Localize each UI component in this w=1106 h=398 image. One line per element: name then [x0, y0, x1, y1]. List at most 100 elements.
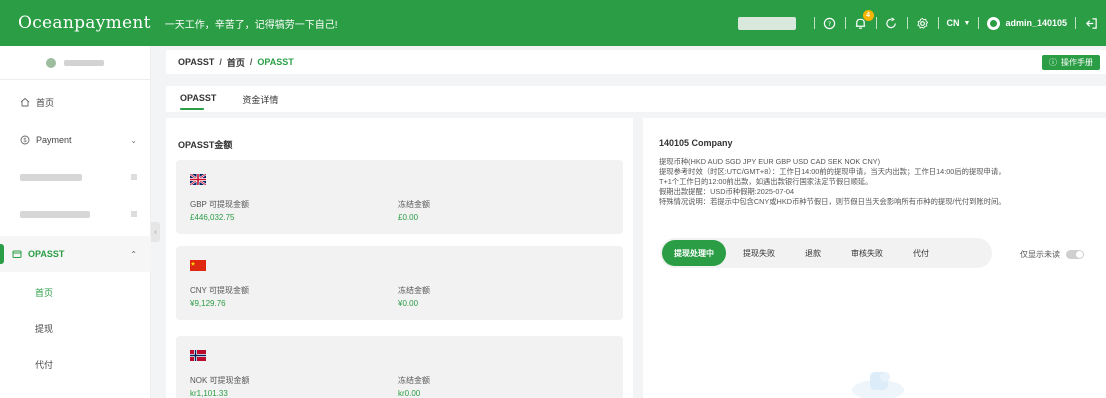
redacted-label	[20, 173, 82, 181]
sidebar-item-label: Payment	[36, 135, 72, 145]
sidebar: 首页 $ Payment ⌄ OPASST ⌃ 首页 提现 代付	[0, 46, 151, 398]
tab-opasst[interactable]: OPASST	[180, 86, 216, 112]
divider	[844, 17, 846, 29]
available-label: CNY 可提现金额	[190, 286, 249, 295]
sidebar-subitem-withdraw[interactable]: 提现	[0, 310, 151, 346]
bell-icon[interactable]: 4	[854, 10, 874, 30]
notification-badge: 4	[862, 10, 874, 21]
help-icon[interactable]: ?	[823, 16, 837, 30]
settings-icon[interactable]	[916, 16, 930, 30]
balance-card-nok: NOK 可提现金额 冻结金额 kr1,101.33 kr0.00	[176, 336, 623, 398]
unread-only-label: 仅显示未读	[1020, 250, 1060, 259]
divider	[1075, 17, 1076, 29]
header-actions: ? 4 CN ▼ admin_140105	[737, 0, 1098, 46]
avatar	[987, 16, 1001, 30]
balance-card-cny: CNY 可提现金额 冻结金额 ¥9,129.76 ¥0.00	[176, 246, 623, 320]
available-label: NOK 可提现金额	[190, 376, 250, 385]
redacted-icon	[131, 211, 137, 217]
caret-down-icon: ▼	[963, 19, 971, 27]
breadcrumb: OPASST / 首页 / OPASST ⓘ 操作手册	[166, 50, 1106, 74]
manual-button[interactable]: ⓘ 操作手册	[1042, 55, 1100, 70]
breadcrumb-home[interactable]: 首页	[227, 56, 245, 69]
available-label: GBP 可提现金额	[190, 200, 249, 209]
divider	[875, 17, 877, 29]
sidebar-item-label: 首页	[36, 97, 55, 108]
brand-logo[interactable]: Oceanpayment	[18, 13, 151, 33]
sidebar-item-home[interactable]: 首页	[0, 84, 151, 120]
available-amount: kr1,101.33	[190, 389, 228, 398]
filter-processing[interactable]: 提现处理中	[662, 240, 726, 266]
sidebar-item-opasst[interactable]: OPASST ⌃	[0, 236, 151, 272]
uk-flag-icon	[190, 174, 206, 185]
sidebar-item-label: OPASST	[28, 249, 65, 259]
logout-icon[interactable]	[1084, 16, 1098, 30]
manual-button-label: 操作手册	[1061, 58, 1093, 67]
balance-panel-title: OPASST金额	[178, 140, 233, 150]
language-selector[interactable]: CN ▼	[947, 18, 971, 28]
chevron-down-icon: ⌄	[130, 135, 137, 145]
account-icon	[46, 57, 56, 68]
svg-text:?: ?	[828, 19, 831, 27]
frozen-amount: ¥0.00	[398, 299, 419, 308]
info-line: T+1个工作日的12:00前出款，如遇出款银行国家法定节假日顺延。	[659, 177, 873, 186]
breadcrumb-current: OPASST	[257, 57, 294, 67]
tab-fund-details[interactable]: 资金详情	[242, 86, 278, 112]
svg-text:$: $	[23, 137, 27, 144]
info-line: 提现参考时效（时区:UTC/GMT+8）：工作日14:00前的提现申请，当天内出…	[659, 167, 1006, 176]
user-menu[interactable]: admin_140105	[987, 16, 1067, 30]
filter-review-failed[interactable]: 审核失败	[838, 240, 896, 266]
tab-bar: OPASST 资金详情	[166, 86, 1106, 112]
sidebar-item-redacted[interactable]	[0, 159, 151, 195]
empty-state-illustration	[852, 372, 904, 398]
payment-icon: $	[20, 135, 30, 145]
chevron-up-icon: ⌃	[130, 249, 137, 259]
balance-card-gbp: GBP 可提现金额 冻结金额 £446,032.75 £0.00	[176, 160, 623, 234]
unread-only-toggle[interactable]	[1066, 250, 1084, 259]
breadcrumb-separator: /	[249, 57, 253, 67]
info-line: 假期出款提醒：USD币种假期:2025-07-04	[659, 187, 795, 196]
top-bar: Oceanpayment 一天工作，辛苦了，记得犒劳一下自己! ? 4 CN ▼…	[0, 0, 1106, 46]
company-name: 140105 Company	[659, 138, 733, 148]
available-amount: ¥9,129.76	[190, 299, 226, 308]
info-icon: ⓘ	[1049, 58, 1057, 67]
username: admin_140105	[1005, 18, 1067, 28]
language-label: CN	[946, 18, 960, 28]
info-line: 提现币种(HKD AUD SGD JPY EUR GBP USD CAD SEK…	[659, 157, 881, 166]
sidebar-subitem-label: 提现	[35, 323, 54, 334]
sidebar-subitem-payout[interactable]: 代付	[0, 346, 151, 382]
sidebar-collapse-handle[interactable]: ‹	[151, 222, 160, 242]
china-flag-icon	[190, 260, 206, 271]
filter-payout[interactable]: 代付	[900, 240, 942, 266]
breadcrumb-separator: /	[219, 57, 222, 67]
account-switcher[interactable]	[0, 46, 150, 80]
available-amount: £446,032.75	[190, 213, 235, 222]
withdrawal-info: 提现币种(HKD AUD SGD JPY EUR GBP USD CAD SEK…	[659, 157, 1099, 207]
refresh-icon[interactable]	[885, 16, 899, 30]
breadcrumb-root[interactable]: OPASST	[178, 57, 214, 67]
frozen-amount: kr0.00	[398, 389, 421, 398]
info-panel: 140105 Company 提现币种(HKD AUD SGD JPY EUR …	[643, 118, 1106, 398]
filter-failed[interactable]: 提现失败	[730, 240, 788, 266]
unread-only-toggle-row: 仅显示未读	[1020, 249, 1084, 260]
sidebar-subitem-label: 首页	[35, 287, 54, 298]
sidebar-subitem-home[interactable]: 首页	[0, 274, 151, 310]
redacted-label	[20, 210, 90, 218]
sidebar-item-payment[interactable]: $ Payment ⌄	[0, 122, 151, 158]
norway-flag-icon	[190, 350, 206, 361]
status-filter: 提现处理中 提现失败 退款 审核失败 代付	[660, 238, 992, 268]
frozen-label: 冻结金额	[398, 200, 430, 209]
divider	[906, 17, 908, 29]
merchant-name-redacted	[737, 16, 796, 30]
divider	[813, 17, 815, 29]
sidebar-item-redacted[interactable]	[0, 196, 151, 232]
frozen-label: 冻结金额	[398, 376, 430, 385]
home-icon	[20, 97, 30, 107]
frozen-amount: £0.00	[398, 213, 419, 222]
divider	[978, 17, 980, 29]
account-name-redacted	[64, 59, 104, 66]
frozen-label: 冻结金额	[398, 286, 430, 295]
filter-refund[interactable]: 退款	[792, 240, 834, 266]
balance-panel: OPASST金额 GBP 可提现金额 冻结金额 £446,032.75 £0.0…	[166, 118, 633, 398]
wallet-icon	[12, 249, 22, 259]
redacted-icon	[131, 174, 137, 180]
